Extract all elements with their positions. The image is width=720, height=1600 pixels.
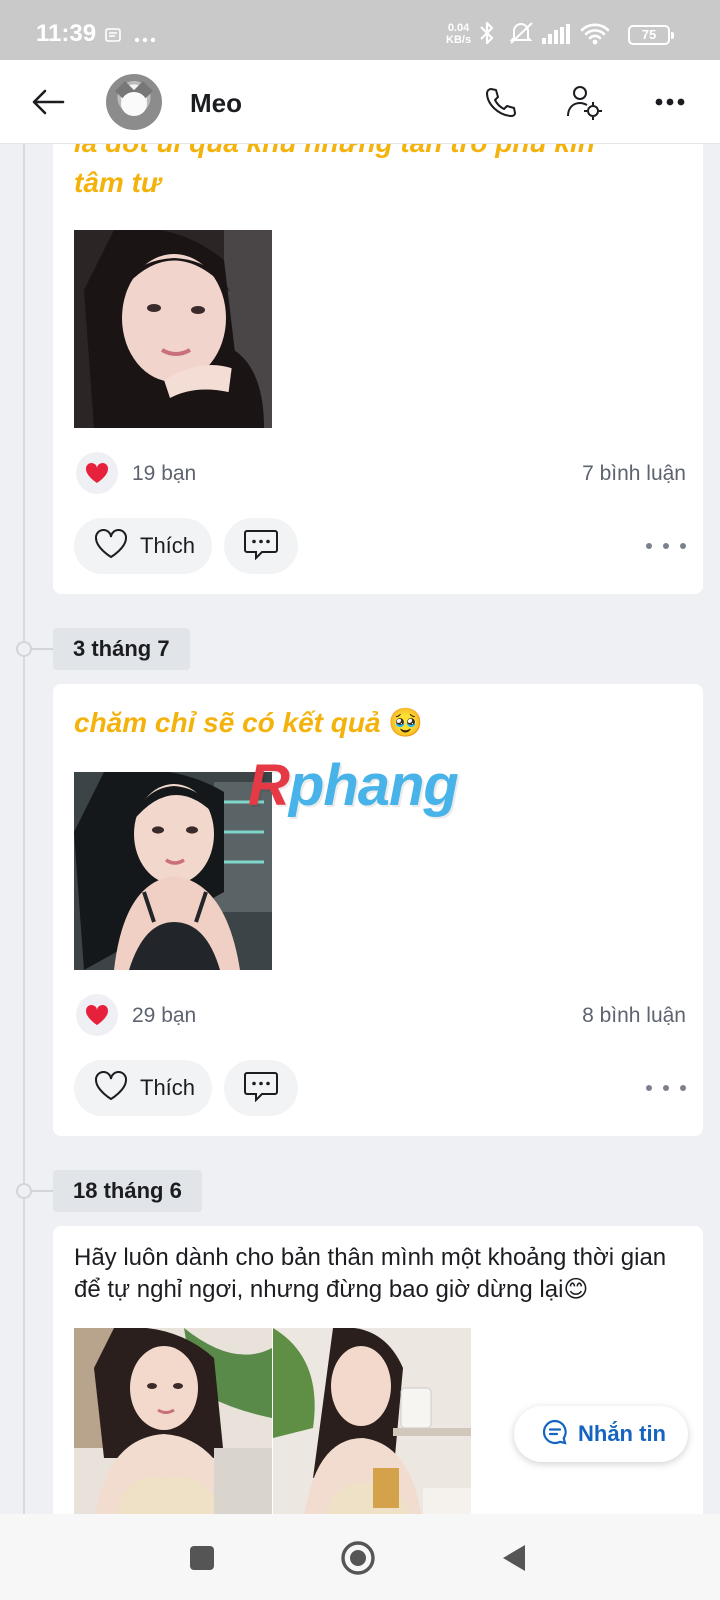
heart-outline-icon	[94, 528, 128, 564]
watermark-part1: R	[248, 753, 290, 818]
reaction-row: 19 bạn 7 bình luận	[76, 452, 686, 496]
chat-bubble-icon	[542, 1419, 568, 1450]
reaction-count[interactable]: 19 bạn	[132, 462, 196, 486]
post-photo[interactable]	[74, 230, 272, 428]
like-button[interactable]: Thích	[74, 518, 212, 574]
back-triangle-icon[interactable]	[492, 1536, 536, 1580]
speed-unit: KB/s	[446, 34, 472, 46]
signal-icon	[542, 24, 572, 49]
watermark-part2: phang	[288, 753, 459, 818]
battery-icon: 75	[628, 25, 674, 45]
post-card: Hãy luôn dành cho bản thân mình một khoả…	[53, 1226, 703, 1526]
message-button[interactable]: Nhắn tin	[514, 1406, 688, 1462]
home-circle-icon[interactable]	[336, 1536, 380, 1580]
date-chip: 18 tháng 6	[53, 1170, 202, 1212]
status-bar: 11:39 0.04 KB/s 75	[0, 0, 720, 60]
status-time: 11:39	[36, 20, 97, 47]
post-photo[interactable]	[273, 1328, 471, 1526]
post-caption-line2: tâm tư	[74, 167, 161, 198]
action-row: Thích	[74, 518, 686, 574]
timeline-connector	[32, 1190, 54, 1192]
avatar[interactable]	[106, 74, 162, 130]
more-icon[interactable]	[648, 80, 692, 124]
speed-value: 0.04	[447, 22, 470, 34]
comment-icon	[243, 528, 279, 565]
comment-count[interactable]: 7 bình luận	[582, 462, 686, 486]
phone-icon[interactable]	[478, 80, 522, 124]
post-caption: Hãy luôn dành cho bản thân mình một khoả…	[74, 1244, 667, 1303]
timeline-connector	[32, 648, 54, 650]
timeline-dot	[16, 641, 32, 657]
comment-button[interactable]	[224, 518, 298, 574]
post-caption: chăm chỉ sẽ có kết quả 🥹	[74, 704, 423, 742]
timeline-dot	[16, 1183, 32, 1199]
post-photo[interactable]	[74, 772, 272, 970]
back-arrow-icon[interactable]	[26, 80, 70, 124]
network-speed: 0.04 KB/s	[446, 22, 471, 46]
heart-outline-icon	[94, 1070, 128, 1106]
system-nav-bar	[0, 1514, 720, 1600]
comment-button[interactable]	[224, 1060, 298, 1116]
caption-emoji: 🥹	[388, 707, 424, 738]
wifi-icon	[580, 22, 610, 51]
chat-header: Meo	[0, 60, 720, 144]
post-card: là đốt ui qua khu nhưng tàn tro phủ kín …	[53, 100, 703, 594]
bluetooth-icon	[478, 20, 496, 51]
like-label: Thích	[140, 533, 196, 558]
date-chip: 3 tháng 7	[53, 628, 190, 670]
heart-reaction-icon[interactable]	[76, 994, 118, 1036]
watermark-logo: Rphang	[248, 752, 459, 819]
more-dots-icon	[134, 30, 156, 46]
like-button[interactable]: Thích	[74, 1060, 212, 1116]
user-settings-icon[interactable]	[562, 80, 606, 124]
comment-icon	[243, 1070, 279, 1107]
post-more-icon[interactable]	[646, 1078, 686, 1098]
timeline-line	[23, 144, 25, 1514]
recents-square-icon[interactable]	[180, 1536, 224, 1580]
post-more-icon[interactable]	[646, 536, 686, 556]
reaction-row: 29 bạn 8 bình luận	[76, 994, 686, 1038]
post-photo[interactable]	[74, 1328, 272, 1526]
post-caption-text: chăm chỉ sẽ có kết quả	[74, 707, 381, 738]
like-label: Thích	[140, 1075, 196, 1100]
reaction-count[interactable]: 29 bạn	[132, 1004, 196, 1028]
comment-count[interactable]: 8 bình luận	[582, 1004, 686, 1028]
heart-reaction-icon[interactable]	[76, 452, 118, 494]
mute-icon	[508, 20, 536, 51]
notification-icon	[104, 26, 122, 47]
message-button-label: Nhắn tin	[578, 1421, 666, 1446]
page-title[interactable]: Meo	[190, 88, 242, 119]
action-row: Thích	[74, 1060, 686, 1116]
